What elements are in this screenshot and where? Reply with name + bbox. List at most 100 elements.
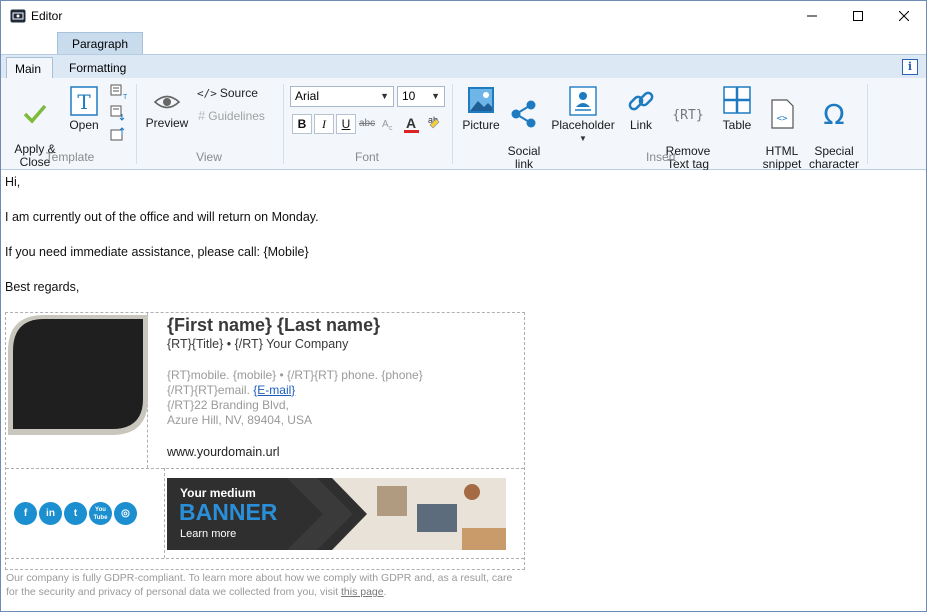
font-family-value: Arial <box>295 89 320 103</box>
linkedin-icon[interactable]: in <box>39 502 62 525</box>
font-color-icon[interactable]: A <box>402 114 422 134</box>
svg-text:T: T <box>123 94 127 100</box>
template-small-icon-1[interactable]: T <box>109 84 127 100</box>
tab-main[interactable]: Main <box>6 57 53 80</box>
gdpr-end: . <box>383 586 387 598</box>
signature-table[interactable]: {First name} {Last name} {RT}{Title} • {… <box>5 312 525 598</box>
link-label: Link <box>629 118 652 132</box>
group-label-insert: Insert <box>645 150 676 164</box>
open-label: Open <box>69 118 99 132</box>
clear-format-icon[interactable]: Ac <box>381 115 399 133</box>
placeholder-label: Placeholder <box>551 118 615 132</box>
editor-window: Editor Paragraph Main Formatting i Apply… <box>0 0 927 612</box>
table-gridline <box>6 558 524 559</box>
template-small-icon-2[interactable] <box>109 105 127 121</box>
title-bar: Editor <box>1 1 926 31</box>
gdpr-text: Our company is fully GDPR-compliant. To … <box>6 572 513 598</box>
picture-icon <box>468 87 494 113</box>
tab-paragraph-context[interactable]: Paragraph <box>57 32 143 54</box>
svg-text:c: c <box>389 125 393 132</box>
window-title: Editor <box>31 9 63 23</box>
ribbon-separator <box>136 84 137 164</box>
profile-photo <box>8 315 148 435</box>
signature-email-link[interactable]: {E-mail} <box>253 383 295 397</box>
gdpr-link[interactable]: this page <box>341 586 384 598</box>
svg-text:<>: <> <box>777 114 788 124</box>
open-template-icon: T <box>70 86 98 116</box>
instagram-icon[interactable]: ◎ <box>114 502 137 525</box>
close-button[interactable] <box>881 1 927 31</box>
closing-text: Best regards, <box>5 280 80 294</box>
table-label: Table <box>722 118 752 132</box>
font-family-select[interactable]: Arial ▼ <box>290 86 394 107</box>
template-small-icon-3[interactable] <box>109 126 127 142</box>
body-line-1: I am currently out of the office and wil… <box>5 210 319 224</box>
group-label-template: Template <box>45 150 95 164</box>
twitter-icon[interactable]: t <box>64 502 87 525</box>
guidelines-label: Guidelines <box>208 108 265 123</box>
text-tag-icon: {RT} <box>673 108 703 123</box>
ribbon-tab-row: Main Formatting i <box>1 54 926 80</box>
editor-app-icon <box>10 9 26 23</box>
social-icons-row: f in t You Tube ◎ <box>14 502 137 525</box>
source-button[interactable]: </> Source <box>197 86 258 100</box>
signature-website[interactable]: www.yourdomain.url <box>167 445 280 459</box>
guidelines-button[interactable]: # Guidelines <box>198 108 265 123</box>
picture-label: Picture <box>462 118 500 132</box>
italic-button[interactable]: I <box>314 114 334 134</box>
share-icon <box>511 100 536 128</box>
minimize-button[interactable] <box>789 1 835 31</box>
maximize-button[interactable] <box>835 1 881 31</box>
signature-title: {RT}{Title} • {/RT} Your Company <box>167 337 349 351</box>
grid-icon: # <box>198 108 206 123</box>
table-button[interactable]: Table <box>719 86 755 132</box>
body-line-2: If you need immediate assistance, please… <box>5 245 309 259</box>
font-size-select[interactable]: 10 ▼ <box>397 86 445 107</box>
ribbon: Apply & Close T Open T Template Preview … <box>1 78 926 171</box>
facebook-icon[interactable]: f <box>14 502 37 525</box>
svg-text:{RT}: {RT} <box>673 108 703 123</box>
preview-label: Preview <box>145 116 189 130</box>
group-label-view: View <box>196 150 222 164</box>
editor-canvas[interactable]: Hi, I am currently out of the office and… <box>1 170 926 611</box>
svg-text:Ω: Ω <box>823 99 844 129</box>
link-icon <box>628 91 654 111</box>
checkmark-icon <box>23 104 47 124</box>
banner-ad[interactable]: Your medium BANNER Learn more <box>167 478 506 550</box>
bold-button[interactable]: B <box>292 114 312 134</box>
youtube-icon[interactable]: You Tube <box>89 502 112 525</box>
underline-button[interactable]: U <box>336 114 356 134</box>
preview-button[interactable]: Preview <box>144 90 190 130</box>
chevron-down-icon: ▼ <box>380 91 389 101</box>
picture-button[interactable]: Picture <box>460 86 502 132</box>
table-gridline <box>164 468 165 558</box>
greeting-text: Hi, <box>5 175 21 189</box>
table-gridline <box>6 468 524 469</box>
gdpr-footer: Our company is fully GDPR-compliant. To … <box>6 571 526 599</box>
signature-phones: {RT}mobile. {mobile} • {/RT}{RT} phone. … <box>167 368 423 382</box>
banner-learn-more[interactable]: Learn more <box>180 528 236 540</box>
omega-icon: Ω <box>823 99 844 129</box>
source-label: Source <box>219 86 258 100</box>
table-icon <box>723 86 751 114</box>
info-icon[interactable]: i <box>902 59 918 75</box>
highlight-icon[interactable]: ab <box>424 113 444 133</box>
font-size-value: 10 <box>402 89 416 103</box>
html-snippet-icon: <> <box>771 99 794 129</box>
ribbon-separator <box>452 84 453 164</box>
svg-text:A: A <box>382 119 389 130</box>
svg-text:T: T <box>77 90 91 114</box>
strikethrough-button[interactable]: abc <box>359 118 375 129</box>
close-icon <box>899 11 909 21</box>
tab-formatting[interactable]: Formatting <box>61 57 134 80</box>
placeholder-button[interactable]: Placeholder ▼ <box>550 86 616 145</box>
banner-line-1: Your medium <box>180 486 256 500</box>
link-button[interactable]: Link <box>622 86 660 132</box>
minimize-icon <box>807 15 817 17</box>
ribbon-separator <box>283 84 284 164</box>
eye-icon <box>153 95 181 109</box>
ribbon-separator <box>867 84 868 164</box>
signature-name: {First name} {Last name} <box>167 315 381 335</box>
maximize-icon <box>853 11 863 21</box>
open-button[interactable]: T Open <box>67 86 101 132</box>
